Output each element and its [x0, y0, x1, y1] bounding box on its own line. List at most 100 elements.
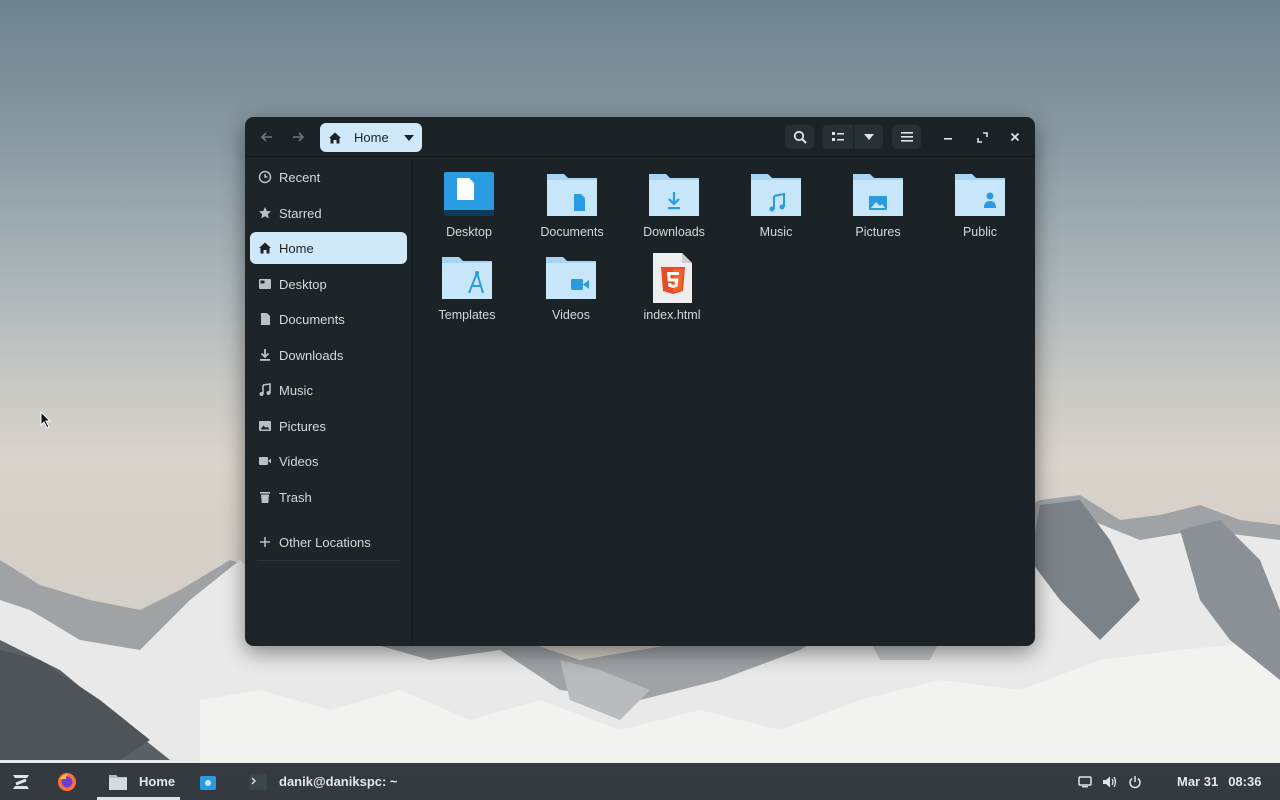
- minimize-icon: [944, 138, 952, 140]
- minimize-button[interactable]: [937, 125, 959, 149]
- star-icon: [258, 206, 272, 220]
- maximize-icon: [976, 131, 988, 143]
- file-name: Documents: [540, 225, 604, 239]
- file-name: Music: [759, 225, 793, 239]
- sidebar-item-label: Videos: [279, 453, 319, 469]
- sidebar-item-label: Other Locations: [279, 534, 371, 550]
- sidebar-item-label: Trash: [279, 489, 312, 505]
- sidebar-item-recent[interactable]: Recent: [250, 161, 407, 193]
- plus-icon: [258, 535, 272, 549]
- file-grid: Desktop Documents Downloads Music Pictur…: [413, 158, 1035, 646]
- file-name: Desktop: [446, 225, 492, 239]
- html5-file-icon: [653, 253, 692, 303]
- file-name: Templates: [438, 308, 496, 322]
- sidebar-item-label: Home: [279, 240, 314, 256]
- desktop-folder-icon: [444, 172, 494, 216]
- arrow-right-icon: [293, 132, 305, 142]
- list-view-icon: [831, 132, 844, 141]
- sidebar-item-other-locations[interactable]: Other Locations: [250, 526, 407, 558]
- taskbar-files-label: Home: [139, 774, 176, 789]
- sidebar-item-label: Starred: [279, 205, 322, 221]
- hamburger-menu-icon: [900, 132, 913, 142]
- public-folder-icon: [955, 174, 1005, 216]
- sidebar-item-starred[interactable]: Starred: [250, 197, 407, 229]
- mouse-cursor: [40, 411, 52, 429]
- desktop-icon: [258, 277, 272, 291]
- terminal-icon: [249, 773, 267, 790]
- taskbar: Home danik@danikspc: ~ Mar 31 08:36: [0, 763, 1280, 800]
- sidebar-item-home[interactable]: Home: [250, 232, 407, 264]
- sidebar-item-label: Recent: [279, 169, 321, 185]
- monitor-icon: [1078, 775, 1092, 787]
- firefox-launcher[interactable]: [57, 763, 81, 800]
- display-indicator[interactable]: [1078, 763, 1094, 800]
- file-item-index-html[interactable]: index.html: [622, 253, 722, 333]
- file-name: Downloads: [643, 225, 705, 239]
- sidebar-item-pictures[interactable]: Pictures: [250, 410, 407, 442]
- file-name: Pictures: [855, 225, 901, 239]
- menu-button[interactable]: [892, 125, 921, 149]
- download-icon: [258, 348, 272, 362]
- file-item-desktop[interactable]: Desktop: [419, 170, 519, 250]
- file-item-templates[interactable]: Templates: [417, 253, 517, 333]
- forward-button[interactable]: [288, 125, 308, 149]
- power-indicator[interactable]: [1128, 763, 1144, 800]
- taskbar-files-app[interactable]: Home: [109, 763, 175, 800]
- chevron-down-icon: [863, 134, 874, 140]
- document-icon: [258, 312, 272, 326]
- volume-icon: [1103, 776, 1117, 787]
- close-button[interactable]: [1004, 125, 1026, 149]
- taskbar-terminal[interactable]: danik@danikspc: ~: [249, 763, 398, 800]
- file-item-documents[interactable]: Documents: [522, 170, 622, 250]
- taskbar-terminal-label: danik@danikspc: ~: [279, 774, 398, 789]
- home-icon: [258, 241, 272, 255]
- maximize-button[interactable]: [971, 125, 993, 149]
- arrow-left-icon: [260, 132, 272, 142]
- sidebar-item-label: Pictures: [279, 418, 326, 434]
- sidebar-item-label: Documents: [279, 311, 345, 327]
- chevron-down-icon[interactable]: [403, 134, 414, 141]
- pathbar-label: Home: [354, 130, 389, 145]
- places-sidebar: Recent Starred Home Desktop Documents Do…: [245, 158, 412, 646]
- file-manager-window[interactable]: Home Recent Starred Home Desktop Documen…: [245, 117, 1035, 646]
- sidebar-item-trash[interactable]: Trash: [250, 481, 407, 513]
- search-button[interactable]: [785, 125, 814, 149]
- file-name: Public: [962, 225, 998, 239]
- clock-time: 08:36: [1228, 774, 1262, 789]
- sidebar-item-desktop[interactable]: Desktop: [250, 268, 407, 300]
- sidebar-item-downloads[interactable]: Downloads: [250, 339, 407, 371]
- file-item-public[interactable]: Public: [930, 170, 1030, 250]
- software-store-icon: [200, 775, 216, 790]
- sidebar-item-label: Desktop: [279, 276, 327, 292]
- zorin-menu-button[interactable]: [10, 763, 34, 800]
- clock-date: Mar 31: [1177, 774, 1219, 789]
- documents-folder-icon: [547, 174, 597, 216]
- close-icon: [1010, 132, 1020, 142]
- sidebar-item-label: Downloads: [279, 347, 344, 363]
- sidebar-item-documents[interactable]: Documents: [250, 303, 407, 335]
- view-list-button[interactable]: [822, 125, 853, 149]
- music-folder-icon: [751, 174, 801, 216]
- file-item-music[interactable]: Music: [726, 170, 826, 250]
- pathbar-home[interactable]: Home: [320, 123, 422, 152]
- view-options-button[interactable]: [854, 125, 883, 149]
- picture-icon: [258, 419, 272, 433]
- pictures-folder-icon: [853, 174, 903, 216]
- sidebar-item-music[interactable]: Music: [250, 374, 407, 406]
- clock[interactable]: Mar 31 08:36: [1177, 763, 1261, 800]
- sidebar-item-videos[interactable]: Videos: [250, 445, 407, 477]
- file-item-videos[interactable]: Videos: [521, 253, 621, 333]
- back-button[interactable]: [257, 125, 277, 149]
- downloads-folder-icon: [649, 174, 699, 216]
- file-item-pictures[interactable]: Pictures: [828, 170, 928, 250]
- file-item-downloads[interactable]: Downloads: [624, 170, 724, 250]
- software-store-launcher[interactable]: [199, 763, 219, 800]
- file-name: index.html: [643, 308, 701, 322]
- zorin-logo-icon: [13, 774, 29, 789]
- files-app-icon: [109, 774, 127, 790]
- search-icon: [793, 130, 807, 144]
- video-icon: [258, 454, 272, 468]
- volume-indicator[interactable]: [1102, 763, 1118, 800]
- sidebar-separator: [257, 560, 400, 561]
- home-icon: [329, 132, 341, 143]
